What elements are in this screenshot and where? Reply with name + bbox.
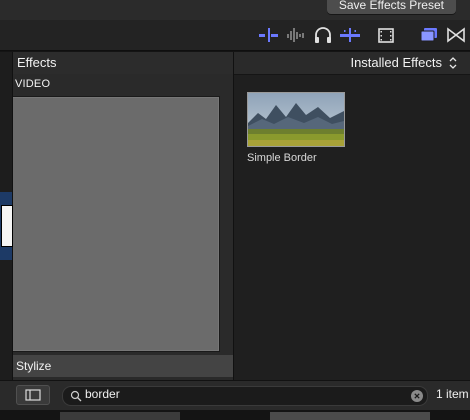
browser-icon[interactable]: [418, 24, 440, 46]
search-input[interactable]: border: [85, 387, 120, 401]
item-count: 1 item: [436, 387, 469, 401]
landscape-thumbnail-image: [248, 93, 344, 146]
headphones-icon[interactable]: [312, 24, 334, 46]
sidebar-toggle-button[interactable]: [16, 385, 50, 405]
sidebar-icon: [25, 389, 41, 401]
effect-thumbnail-simple-border[interactable]: [247, 92, 345, 147]
category-item-label: Stylize: [16, 359, 52, 373]
save-effects-preset-button[interactable]: Save Effects Preset: [326, 0, 456, 14]
chevron-updown-icon[interactable]: [448, 56, 458, 70]
search-icon: [70, 389, 82, 402]
filmstrip-icon[interactable]: [375, 24, 397, 46]
effect-name-label: Simple Border: [247, 152, 317, 164]
timeline-clip-thumbnail: [1, 205, 13, 247]
category-list-overlay: [12, 97, 219, 351]
toolbar: [0, 20, 470, 51]
clear-search-icon[interactable]: [411, 389, 423, 402]
skimming-icon[interactable]: [339, 24, 361, 46]
waveform-icon[interactable]: [285, 24, 307, 46]
transitions-icon[interactable]: [445, 24, 467, 46]
bottom-strip-segment: [270, 412, 430, 420]
audio-meter-icon[interactable]: [258, 24, 280, 46]
effects-title: Effects: [17, 55, 57, 70]
video-section-label: VIDEO: [15, 78, 51, 90]
installed-effects-popup[interactable]: Installed Effects: [350, 55, 442, 70]
bottom-strip-segment: [60, 412, 180, 420]
